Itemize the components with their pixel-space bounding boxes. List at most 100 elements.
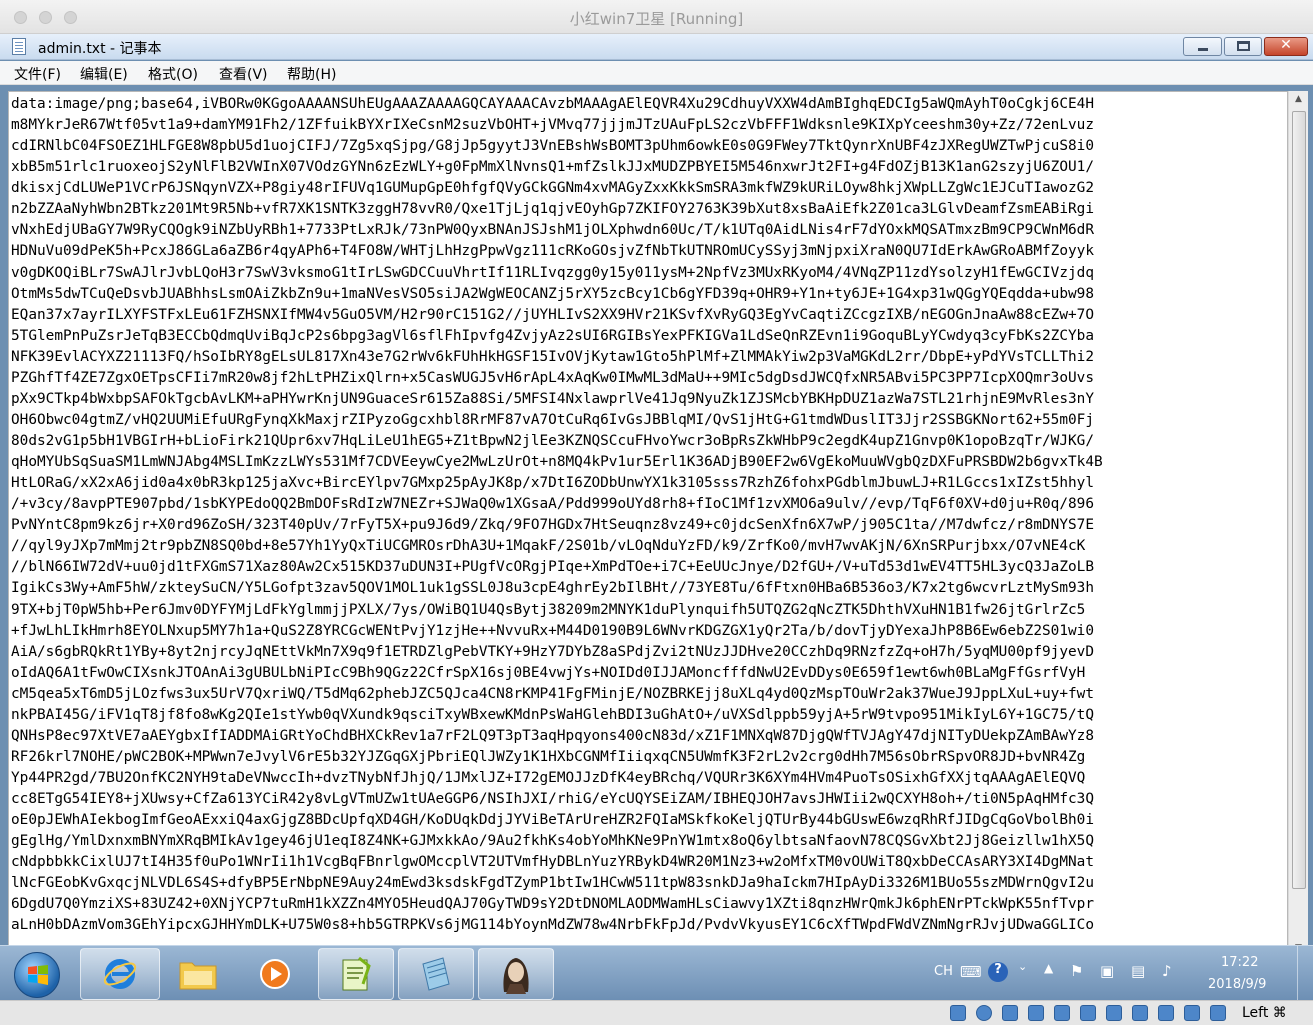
text-line: PZGhfTf4ZE7ZgxOETpsCFIi7mR20w8jf2hLtPHZi… [11, 369, 1094, 386]
download-icon[interactable] [1210, 1005, 1226, 1021]
shared-folders-icon[interactable] [1080, 1005, 1096, 1021]
taskbar-media-player-button[interactable] [240, 948, 310, 1000]
ime-indicator[interactable]: CH [934, 964, 953, 979]
taskbar-explorer-button[interactable] [163, 948, 233, 1000]
text-line: oIdAQ6A1tFwOwCIXsnkJTOAnAi3gUBULbNiPIcC9… [11, 664, 1086, 681]
display-icon[interactable] [1106, 1005, 1122, 1021]
taskbar-ie-button[interactable] [80, 948, 160, 1000]
text-line: 6DgdU7Q0YmziXS+83UZ42+0XNjYCP7tuRmH1kXZZ… [11, 896, 1094, 913]
text-line: cc8ETgG54IEY8+jXUwsy+CfZa613YCiR42y8vLgV… [11, 791, 1094, 808]
internet-explorer-icon [103, 959, 137, 989]
text-line: vNxhEdjUBaGY7W9RyCQOgk9iNZbUyRBh1+7733Pt… [11, 222, 1094, 239]
text-line: QNHsP8ec97XtVE7aAEYgbxIfIADDMAiGRtYoChdB… [11, 727, 1094, 744]
text-line: +fJwLhLIkHmrh8EYOLNxup5MY7h1a+QuS2Z8YRCG… [11, 622, 1094, 639]
text-line: EQan37x7ayrILXYFSTFxLEu61FZHSNXIfMW4v5Gu… [11, 306, 1094, 323]
device-icon[interactable]: ▣ [1100, 962, 1114, 980]
close-icon: ✕ [1280, 37, 1292, 53]
notepad-window-title: admin.txt - 记事本 [38, 41, 162, 57]
text-line: PvNYntC8pm9kz6jr+X0rd96ZoSH/323T40pUv/7r… [11, 517, 1094, 534]
text-line: cNdpbbkkCixlUJ7tI4H35f0uPo1WNrIi1h1VcgBq… [11, 854, 1094, 871]
taskbar-image-viewer-button[interactable] [478, 948, 554, 1000]
optical-drive-icon[interactable] [976, 1005, 992, 1021]
clock-date[interactable]: 2018/9/9 [1208, 977, 1266, 992]
start-button[interactable] [14, 952, 60, 998]
maximize-button[interactable] [1224, 37, 1262, 56]
text-line: lNcFGEobKvGxqcjNLVDL6S4S+dfyBP5ErNbpNE9A… [11, 875, 1094, 892]
text-line: nkPBAI45G/iFV1qT8jf8fo8wKg2QIe1stYwb0qVX… [11, 706, 1094, 723]
clock-time[interactable]: 17:22 [1221, 955, 1258, 970]
text-line: NFK39EvlACYXZ21113FQ/hSoIbRY8gELsUL817Xn… [11, 348, 1094, 365]
media-player-icon [260, 959, 290, 989]
text-line: 9TX+bjT0pW5hb+Per6Jmv0DYFYMjLdFkYglmmjjP… [11, 601, 1086, 618]
taskbar-notepadplus-button[interactable] [318, 948, 394, 1000]
recording-icon[interactable] [1132, 1005, 1148, 1021]
menu-view[interactable]: 查看(V) [219, 64, 268, 84]
vertical-scroll-thumb[interactable] [1292, 111, 1306, 889]
close-button[interactable]: ✕ [1264, 37, 1308, 56]
cpu-icon[interactable] [1158, 1005, 1174, 1021]
notepad-plus-icon [342, 956, 371, 991]
host-titlebar: 小红win7卫星 [Running] [0, 0, 1313, 34]
host-window-title: 小红win7卫星 [Running] [569, 10, 744, 28]
menu-edit[interactable]: 编辑(E) [80, 64, 128, 84]
text-line: //blN66IW72dV+uu0jd1tFXGmS71Xaz80Aw2Cx51… [11, 559, 1094, 576]
text-line: IgikCs3Wy+AmF5hW/zkteySuCN/Y5LGofpt3zav5… [11, 580, 1094, 597]
menu-help[interactable]: 帮助(H) [287, 64, 336, 84]
restore-icon [1237, 41, 1250, 51]
minimize-icon [1198, 48, 1208, 51]
text-line: /+v3cy/8avpPTE907pbd/1sbKYPEdoQQ2BmDOFsR… [11, 496, 1094, 513]
text-line: v0gDKOQiBLr7SwAJlrJvbLQoH3r7SwV3vksmoG1t… [11, 264, 1094, 281]
text-content: data:image/png;base64,iVBORw0KGgoAAAANSU… [11, 94, 1287, 937]
text-line: OtmMs5dwTCuQeDsvbJUABhhsLsmOAiZkbZn9u+1m… [11, 285, 1094, 302]
text-line: 80ds2vG1p5bH1VBGIrH+bLioFirk21QUpr6xv7Hq… [11, 433, 1094, 449]
text-line: gEglHg/YmlDxnxmBNYmXRqBMIkAv1gey46jU1eqI… [11, 833, 1094, 850]
hard-disk-icon[interactable] [950, 1005, 966, 1021]
text-line: dkisxjCdLUWeP1VCrP6JSNqynVZX+P8giy48rIFU… [11, 180, 1094, 197]
keyboard-icon[interactable]: ⌨ [960, 963, 982, 981]
notepad-app-icon[interactable] [12, 38, 26, 55]
mouse-integration-icon[interactable] [1184, 1005, 1200, 1021]
text-line: oE0pJEWhAIekbogImfGeoAExxiQ4axGjgZ8BDcUp… [11, 812, 1094, 829]
notepad-icon [422, 957, 450, 991]
usb-icon[interactable] [1054, 1005, 1070, 1021]
text-line: HDNuVu09dPeK5h+PcxJ86GLa6aZB6r4qyAPh6+T4… [11, 243, 1094, 260]
language-options-icon[interactable]: ⌄ [1018, 960, 1027, 973]
windows-logo-icon [28, 965, 48, 985]
action-center-icon[interactable]: ⚑ [1070, 962, 1083, 980]
taskbar-notepad-button[interactable] [398, 948, 474, 1000]
text-line: Yp44PR2gd/7BU2OnfKC2NYH9taDeVNwccIh+dvzT… [11, 770, 1086, 786]
menu-file[interactable]: 文件(F) [14, 64, 61, 84]
host-key-label: Left ⌘ [1242, 1005, 1287, 1021]
help-icon[interactable]: ? [988, 962, 1008, 982]
scroll-up-icon[interactable]: ▲ [1289, 94, 1308, 104]
user-avatar-icon [503, 958, 529, 994]
text-line: 5TGlemPnPuZsrJeTqB3ECCbQdmqUviBqJcP2s6bp… [11, 327, 1094, 344]
show-desktop-button[interactable] [1297, 946, 1313, 1000]
menu-format[interactable]: 格式(O) [148, 64, 198, 84]
notepad-titlebar[interactable]: admin.txt - 记事本 ✕ [0, 34, 1313, 60]
text-line: RF26krl7NOHE/pWC2BOK+MPWwn7eJvylV6rE5b32… [11, 748, 1086, 765]
text-line: AiA/s6gbRQkRt1YBy+8yt2njrcyJqNEttVkMn7X9… [11, 643, 1094, 660]
audio-icon[interactable] [1002, 1005, 1018, 1021]
text-line: //qyl9yJXp7mMmj2tr9pbZN8SQ0bd+8e57Yh1YyQ… [11, 538, 1086, 555]
network-icon[interactable]: ▤ [1131, 962, 1145, 980]
text-line: n2bZZAaNyhWbn2BTkz201Mt9R5Nb+vfR7XK1SNTK… [11, 201, 1094, 218]
vm-screen: admin.txt - 记事本 ✕ 文件(F) 编辑(E) 格式(O) 查看(V… [0, 34, 1313, 1000]
text-editor[interactable]: data:image/png;base64,iVBORw0KGgoAAAANSU… [8, 91, 1288, 961]
folder-icon [179, 962, 217, 990]
text-line: m8MYkrJeR67Wtf05vt1a9+damYM91Fh2/1ZFfuik… [11, 117, 1094, 134]
host-status-bar: Left ⌘ [0, 1000, 1313, 1025]
text-line: cM5qea5xT6mD5jLOzfws3ux5UrV7QxriWQ/T5dMq… [11, 685, 1094, 702]
minimize-button[interactable] [1183, 37, 1222, 56]
network-adapter-icon[interactable] [1028, 1005, 1044, 1021]
show-hidden-icons-icon[interactable]: ▲ [1044, 961, 1053, 975]
text-line: HtLORaG/xX2xA6jid0a4x0bR3kp125jaXvc+Birc… [11, 475, 1094, 492]
text-line: qHoMYUbSqSuaSM1LmWNJAbg4MSLImKzzLWYs531M… [11, 454, 1103, 471]
taskbar: CH ⌨ ? ⌄ ▲ ⚑ ▣ ▤ ♪ 17:22 2018/9/9 [0, 945, 1313, 1000]
text-line: pXx9CTkp4bWxbpSAFOkTgcbAvLKM+aPHYwrKnjUN… [11, 390, 1094, 407]
menu-bar: 文件(F) 编辑(E) 格式(O) 查看(V) 帮助(H) [0, 61, 1313, 85]
text-line: OH6Obwc04gtmZ/vHQ2UUMiEfuURgFynqXkMaxjrZ… [11, 411, 1094, 428]
volume-icon[interactable]: ♪ [1162, 962, 1172, 980]
text-line: data:image/png;base64,iVBORw0KGgoAAAANSU… [11, 96, 1094, 112]
vertical-scrollbar[interactable]: ▲ ▼ [1288, 91, 1308, 961]
